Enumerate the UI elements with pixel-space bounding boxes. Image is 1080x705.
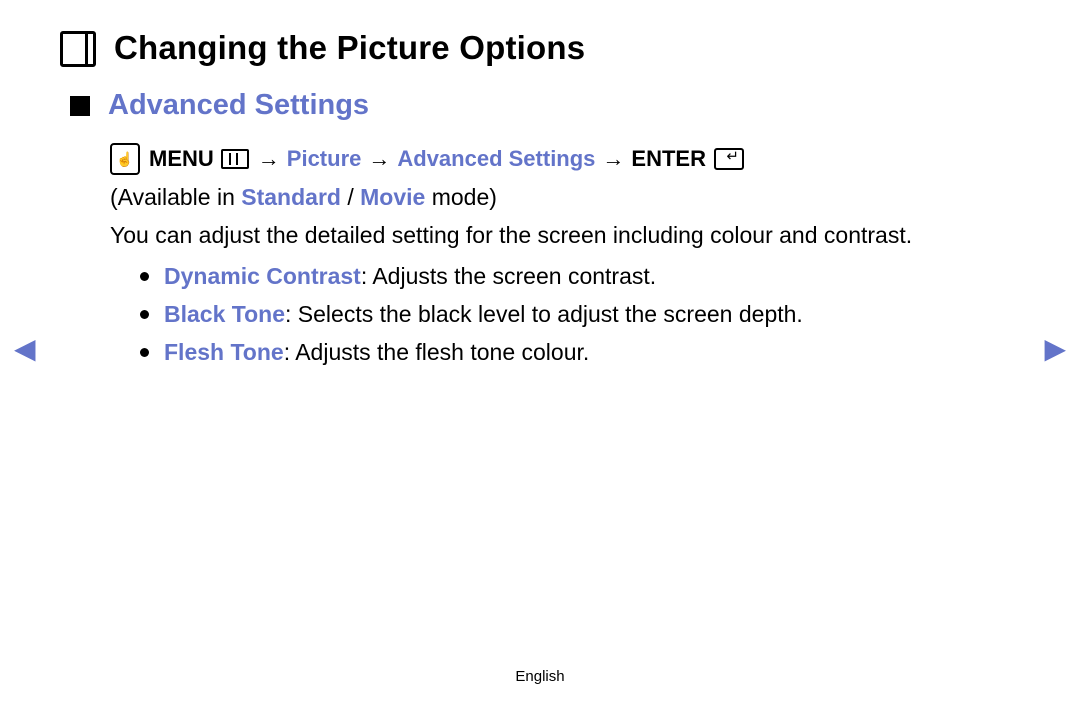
section-heading: Advanced Settings — [108, 89, 369, 122]
enter-label: ENTER — [631, 142, 706, 176]
content-block: ☝ MENU → Picture → Advanced Settings → E… — [110, 142, 1020, 370]
avail-suffix: mode) — [425, 184, 497, 210]
description-line: You can adjust the detailed setting for … — [110, 218, 1020, 254]
square-bullet-icon — [70, 96, 90, 116]
arrow-sep: → — [258, 142, 280, 176]
availability-line: (Available in Standard / Movie mode) — [110, 180, 1020, 216]
page-title: Changing the Picture Options — [114, 29, 585, 67]
prev-page-button[interactable]: ◀ — [14, 335, 36, 363]
arrow-sep: → — [602, 142, 624, 176]
footer-language: English — [0, 668, 1080, 685]
option-term: Black Tone — [164, 301, 285, 327]
title-row: Changing the Picture Options — [60, 28, 1020, 67]
enter-button-icon — [714, 148, 744, 170]
option-term: Flesh Tone — [164, 339, 284, 365]
path-advanced-settings: Advanced Settings — [397, 142, 595, 176]
options-list: Dynamic Contrast: Adjusts the screen con… — [140, 259, 1020, 370]
mode-standard: Standard — [241, 184, 341, 210]
menu-path: ☝ MENU → Picture → Advanced Settings → E… — [110, 142, 1020, 176]
path-picture: Picture — [287, 142, 362, 176]
section-row: Advanced Settings — [70, 89, 1020, 122]
list-item: Flesh Tone: Adjusts the flesh tone colou… — [140, 335, 1020, 371]
mode-movie: Movie — [360, 184, 425, 210]
menu-button-icon — [221, 149, 249, 169]
menu-label: MENU — [149, 142, 214, 176]
avail-sep: / — [341, 184, 360, 210]
avail-prefix: (Available in — [110, 184, 241, 210]
option-term: Dynamic Contrast — [164, 263, 361, 289]
arrow-sep: → — [368, 142, 390, 176]
next-page-button[interactable]: ▶ — [1044, 335, 1066, 363]
option-desc: : Adjusts the screen contrast. — [361, 263, 656, 289]
list-item: Dynamic Contrast: Adjusts the screen con… — [140, 259, 1020, 295]
option-desc: : Selects the black level to adjust the … — [285, 301, 803, 327]
list-item: Black Tone: Selects the black level to a… — [140, 297, 1020, 333]
option-desc: : Adjusts the flesh tone colour. — [284, 339, 590, 365]
book-icon — [60, 31, 96, 67]
hand-icon: ☝ — [110, 143, 140, 175]
manual-page: Changing the Picture Options Advanced Se… — [0, 0, 1080, 705]
